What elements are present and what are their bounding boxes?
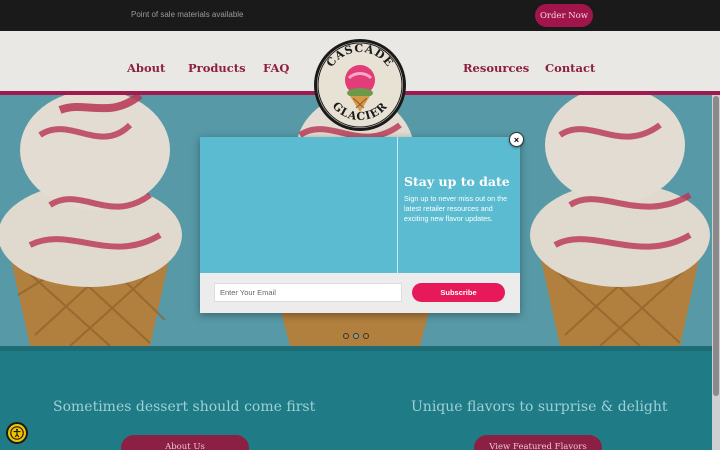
carousel-dot-3[interactable] <box>363 333 369 339</box>
feature-heading-left: Sometimes dessert should come first <box>53 399 316 415</box>
modal-title: Stay up to date <box>404 174 510 189</box>
nav-link-contact[interactable]: Contact <box>545 61 595 75</box>
nav-link-about[interactable]: About <box>127 61 165 75</box>
modal-image-panel <box>200 137 397 273</box>
top-bar: Point of sale materials available Order … <box>0 0 720 31</box>
feature-heading-right: Unique flavors to surprise & delight <box>411 399 668 415</box>
nav-link-products[interactable]: Products <box>188 61 246 75</box>
accessibility-icon <box>10 426 24 440</box>
view-featured-flavors-button[interactable]: View Featured Flavors <box>474 435 602 450</box>
carousel-dots <box>343 333 369 339</box>
cascade-glacier-logo[interactable]: CASCADE GLACIER <box>313 38 407 132</box>
order-now-button[interactable]: Order Now <box>535 4 593 27</box>
accessibility-button[interactable] <box>6 422 28 444</box>
carousel-dot-1[interactable] <box>343 333 349 339</box>
nav-link-faq[interactable]: FAQ <box>263 61 289 75</box>
close-icon[interactable]: × <box>509 132 524 147</box>
about-us-button[interactable]: About Us <box>121 435 249 450</box>
subscribe-button[interactable]: Subscribe <box>412 283 505 302</box>
carousel-dot-2[interactable] <box>353 333 359 339</box>
nav-link-resources[interactable]: Resources <box>463 61 529 75</box>
topbar-announcement: Point of sale materials available <box>131 10 244 19</box>
modal-description: Sign up to never miss out on the latest … <box>404 194 508 223</box>
email-input[interactable] <box>214 283 402 302</box>
scrollbar-thumb[interactable] <box>713 96 719 396</box>
